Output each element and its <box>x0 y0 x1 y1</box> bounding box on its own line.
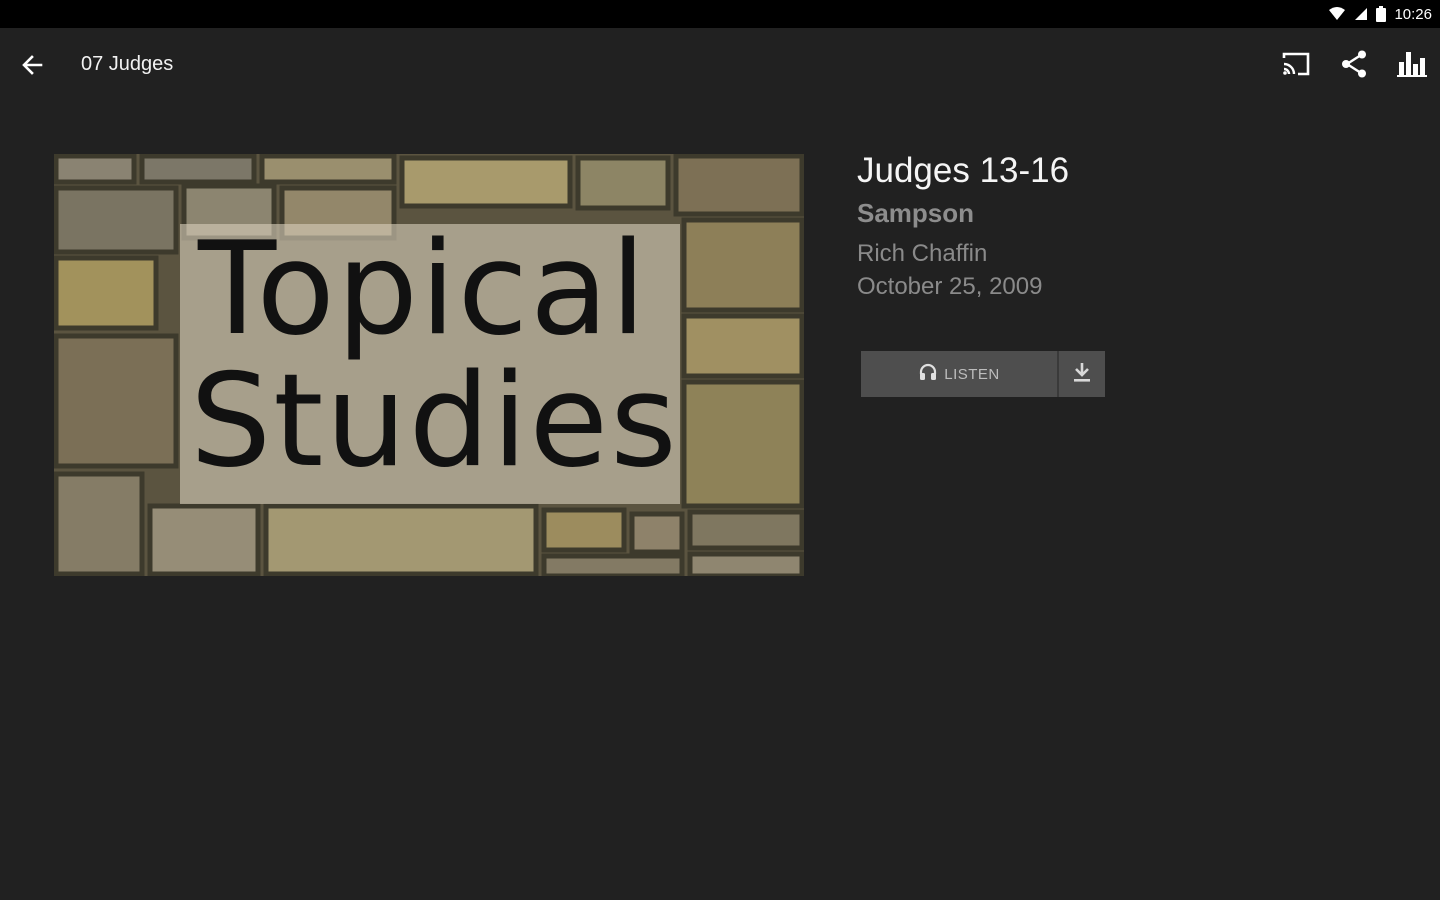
sermon-title: Judges 13-16 <box>857 151 1070 190</box>
status-time: 10:26 <box>1394 5 1432 23</box>
listen-button[interactable]: LISTEN <box>861 351 1057 397</box>
download-icon <box>1072 361 1092 388</box>
sermon-date: October 25, 2009 <box>857 273 1043 300</box>
status-indicators: 10:26 <box>1328 0 1432 28</box>
download-button[interactable] <box>1059 351 1105 397</box>
app-bar-title: 07 Judges <box>81 53 174 75</box>
wifi-icon <box>1328 7 1346 21</box>
battery-icon <box>1376 6 1387 22</box>
sermon-details: Judges 13-16 Sampson Rich Chaffin Octobe… <box>857 150 1417 304</box>
back-button[interactable] <box>14 49 50 85</box>
artwork-title-panel: Topical Studies <box>180 215 680 504</box>
status-bar: 10:26 <box>0 0 1440 28</box>
sermon-speaker[interactable]: Rich Chaffin <box>857 238 1417 270</box>
app-bar-actions <box>1256 48 1430 84</box>
sermon-subtitle: Sampson <box>857 198 975 228</box>
sermon-artwork: Topical Studies <box>54 154 804 576</box>
action-button-group: LISTEN <box>861 351 1105 397</box>
arrow-back-icon <box>21 54 43 81</box>
cast-button[interactable] <box>1278 48 1314 84</box>
listen-label: LISTEN <box>944 365 1000 383</box>
share-icon <box>1339 49 1369 84</box>
signal-icon <box>1354 7 1368 21</box>
app-bar: 07 Judges <box>0 28 1440 102</box>
cast-icon <box>1281 51 1311 82</box>
stats-button[interactable] <box>1394 48 1430 84</box>
bar-chart-icon <box>1397 50 1427 83</box>
share-button[interactable] <box>1336 48 1372 84</box>
artwork-title-line2: Studies <box>190 347 679 496</box>
headphones-icon <box>918 362 938 387</box>
